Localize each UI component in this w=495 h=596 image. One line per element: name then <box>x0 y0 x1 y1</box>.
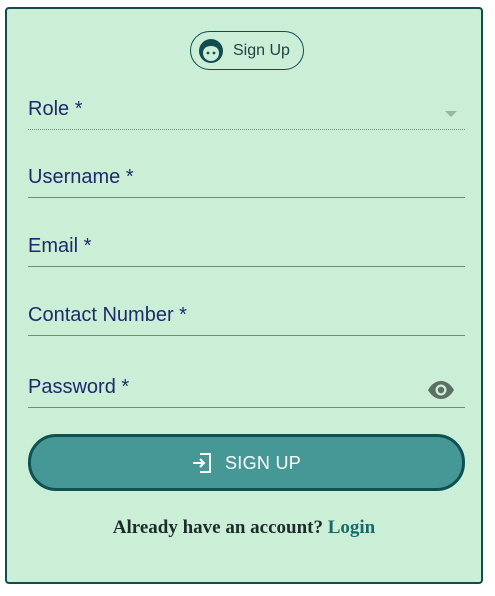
username-field: Username * <box>28 163 465 199</box>
email-field: Email * <box>28 232 465 268</box>
contact-number-input[interactable] <box>28 305 408 329</box>
login-prompt-text: Already have an account? <box>112 517 323 538</box>
password-field: Password * <box>28 373 465 409</box>
signup-card: Sign Up Role * Username * Email * Contac… <box>5 7 483 584</box>
signup-chip-label: Sign Up <box>233 42 290 59</box>
email-input[interactable] <box>28 236 408 260</box>
role-underline <box>28 129 465 130</box>
role-label: Role * <box>28 98 83 120</box>
signup-button[interactable]: SIGN UP <box>28 434 465 491</box>
login-icon <box>193 453 211 473</box>
email-underline <box>28 266 465 267</box>
role-select[interactable]: Role * <box>28 95 465 131</box>
login-link[interactable]: Login <box>328 517 376 538</box>
contact-number-field: Contact Number * <box>28 301 465 337</box>
username-input[interactable] <box>28 167 408 191</box>
signup-button-label: SIGN UP <box>225 453 302 473</box>
password-input[interactable] <box>28 377 408 401</box>
face-icon <box>199 39 223 63</box>
chevron-down-icon[interactable] <box>445 111 457 117</box>
username-underline <box>28 197 465 198</box>
password-underline <box>28 407 465 408</box>
eye-icon[interactable] <box>427 380 455 400</box>
contact-number-underline <box>28 335 465 336</box>
signup-chip: Sign Up <box>190 31 304 70</box>
login-prompt: Already have an account? Login <box>7 517 481 539</box>
